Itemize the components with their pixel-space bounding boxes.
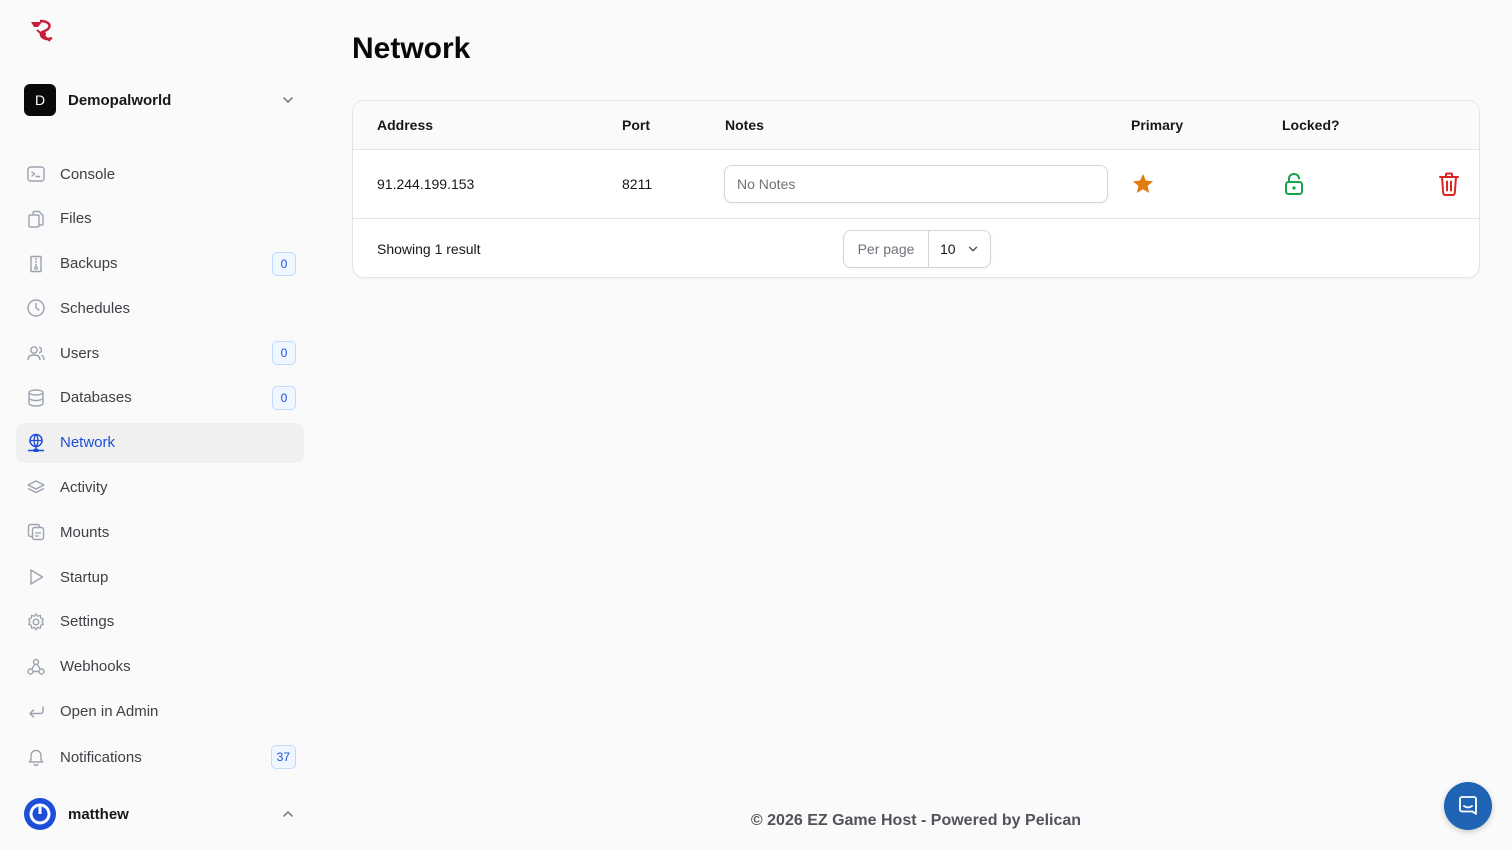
per-page-select[interactable]: 10 [929,231,990,267]
sidebar-item-schedules[interactable]: Schedules [16,288,304,328]
sidebar-nav: Console Files Backups 0 Schedules Users … [16,154,304,736]
column-header-port: Port [622,117,650,133]
stack-icon [27,479,45,493]
server-switcher[interactable]: D Demopalworld [24,84,296,116]
table-row: 91.244.199.153 8211 [353,150,1479,219]
user-name: matthew [68,805,129,823]
sidebar-item-activity[interactable]: Activity [16,468,304,508]
database-icon [28,389,44,407]
return-arrow-icon [29,705,44,718]
notifications-section: Notifications 37 [16,737,304,782]
brand-logo-icon[interactable] [28,18,60,46]
sidebar-item-network[interactable]: Network [16,422,304,463]
sidebar-item-startup[interactable]: Startup [16,557,304,597]
sidebar-item-webhooks[interactable]: Webhooks [16,647,304,687]
sidebar-item-label: Settings [60,613,115,631]
per-page-value: 10 [940,241,956,257]
files-icon [28,210,44,228]
column-header-locked: Locked? [1282,117,1340,133]
sidebar-item-label: Network [60,434,116,452]
per-page-control: Per page 10 [843,230,991,268]
column-header-notes: Notes [725,117,764,133]
chat-icon [1459,796,1477,815]
backups-count-badge: 0 [272,251,296,276]
page-footer: © 2026 EZ Game Host - Powered by Pelican [750,812,1082,829]
chat-widget-button[interactable] [1444,782,1492,830]
archive-icon [30,255,42,272]
port-cell: 8211 [622,176,653,192]
network-allocations-table: Address Port Notes Primary Locked? 91.24… [352,100,1480,278]
sidebar-item-backups[interactable]: Backups 0 [16,244,304,284]
sidebar-item-label: Webhooks [60,658,131,676]
gear-icon [27,613,45,631]
user-menu[interactable]: matthew [24,798,296,830]
sidebar-item-label: Mounts [60,523,110,541]
column-header-primary: Primary [1131,117,1184,133]
mounts-icon [27,524,45,541]
play-icon [30,569,44,585]
sidebar: D Demopalworld Console Files Backups 0 S… [0,0,320,850]
sidebar-item-label: Activity [60,479,108,497]
webhook-icon [27,658,45,675]
sidebar-item-mounts[interactable]: Mounts [16,512,304,552]
chevron-down-icon [968,246,977,252]
sidebar-item-label: Console [60,165,116,183]
users-icon [27,346,45,361]
delete-trash-icon[interactable] [1437,171,1461,197]
unlocked-lock-icon[interactable] [1283,172,1305,196]
avatar [24,798,56,830]
sidebar-item-label: Startup [60,568,109,586]
clock-icon [27,299,45,318]
sidebar-item-notifications[interactable]: Notifications 37 [16,737,304,777]
notes-input[interactable] [724,165,1108,203]
table-header: Address Port Notes Primary Locked? [353,101,1479,150]
sidebar-item-label: Open in Admin [60,703,159,721]
sidebar-item-settings[interactable]: Settings [16,602,304,642]
chevron-down-icon [283,97,293,103]
notifications-count-badge: 37 [270,745,296,769]
column-header-address: Address [377,117,434,133]
sidebar-item-files[interactable]: Files [16,199,304,239]
sidebar-item-label: Users [60,344,100,362]
server-avatar: D [24,84,56,116]
terminal-icon [27,166,45,182]
address-cell: 91.244.199.153 [377,176,475,192]
chevron-up-icon [283,811,293,817]
databases-count-badge: 0 [272,385,296,410]
sidebar-item-label: Databases [60,389,132,407]
sidebar-item-users[interactable]: Users 0 [16,333,304,373]
table-footer: Showing 1 result Per page 10 [353,219,1479,277]
server-name: Demopalworld [68,91,172,109]
per-page-label: Per page [844,231,929,267]
page-title: Network [352,32,471,65]
sidebar-item-open-in-admin[interactable]: Open in Admin [16,692,304,732]
sidebar-item-label: Notifications [60,748,142,766]
primary-star-icon[interactable] [1131,172,1155,196]
sidebar-item-label: Schedules [60,299,131,317]
sidebar-item-databases[interactable]: Databases 0 [16,378,304,418]
result-count: Showing 1 result [377,241,481,257]
network-icon [28,433,44,452]
sidebar-item-label: Backups [60,255,118,273]
users-count-badge: 0 [272,341,296,366]
sidebar-item-console[interactable]: Console [16,154,304,194]
sidebar-item-label: Files [60,210,92,228]
bell-icon [28,749,44,767]
